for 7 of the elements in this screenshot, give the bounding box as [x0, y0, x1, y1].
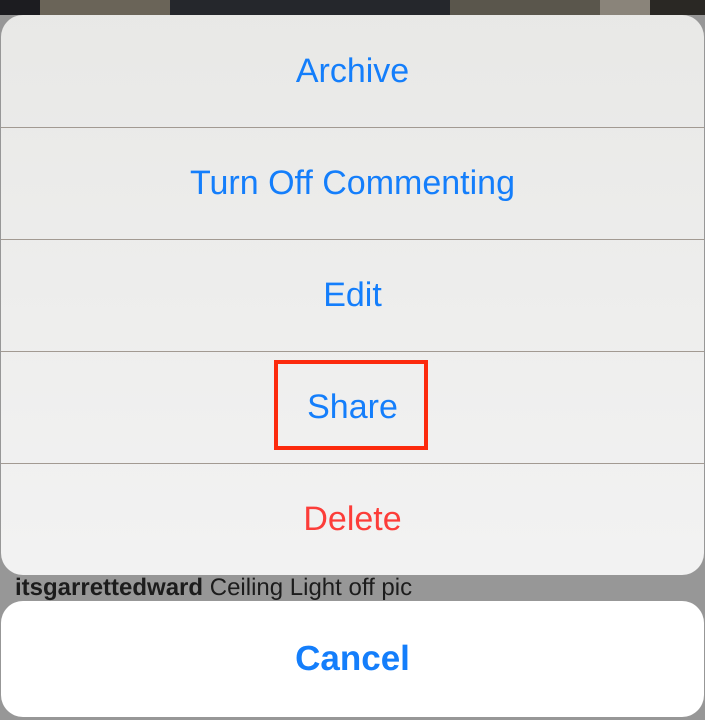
- action-button[interactable]: Turn Off Commenting: [1, 127, 704, 239]
- post-caption: itsgarrettedward Ceiling Light off pic: [15, 575, 412, 601]
- action-button[interactable]: Delete: [1, 463, 704, 575]
- cancel-button[interactable]: Cancel: [1, 601, 704, 717]
- action-button[interactable]: Archive: [1, 15, 704, 127]
- action-button[interactable]: Share: [1, 351, 704, 463]
- action-button[interactable]: Edit: [1, 239, 704, 351]
